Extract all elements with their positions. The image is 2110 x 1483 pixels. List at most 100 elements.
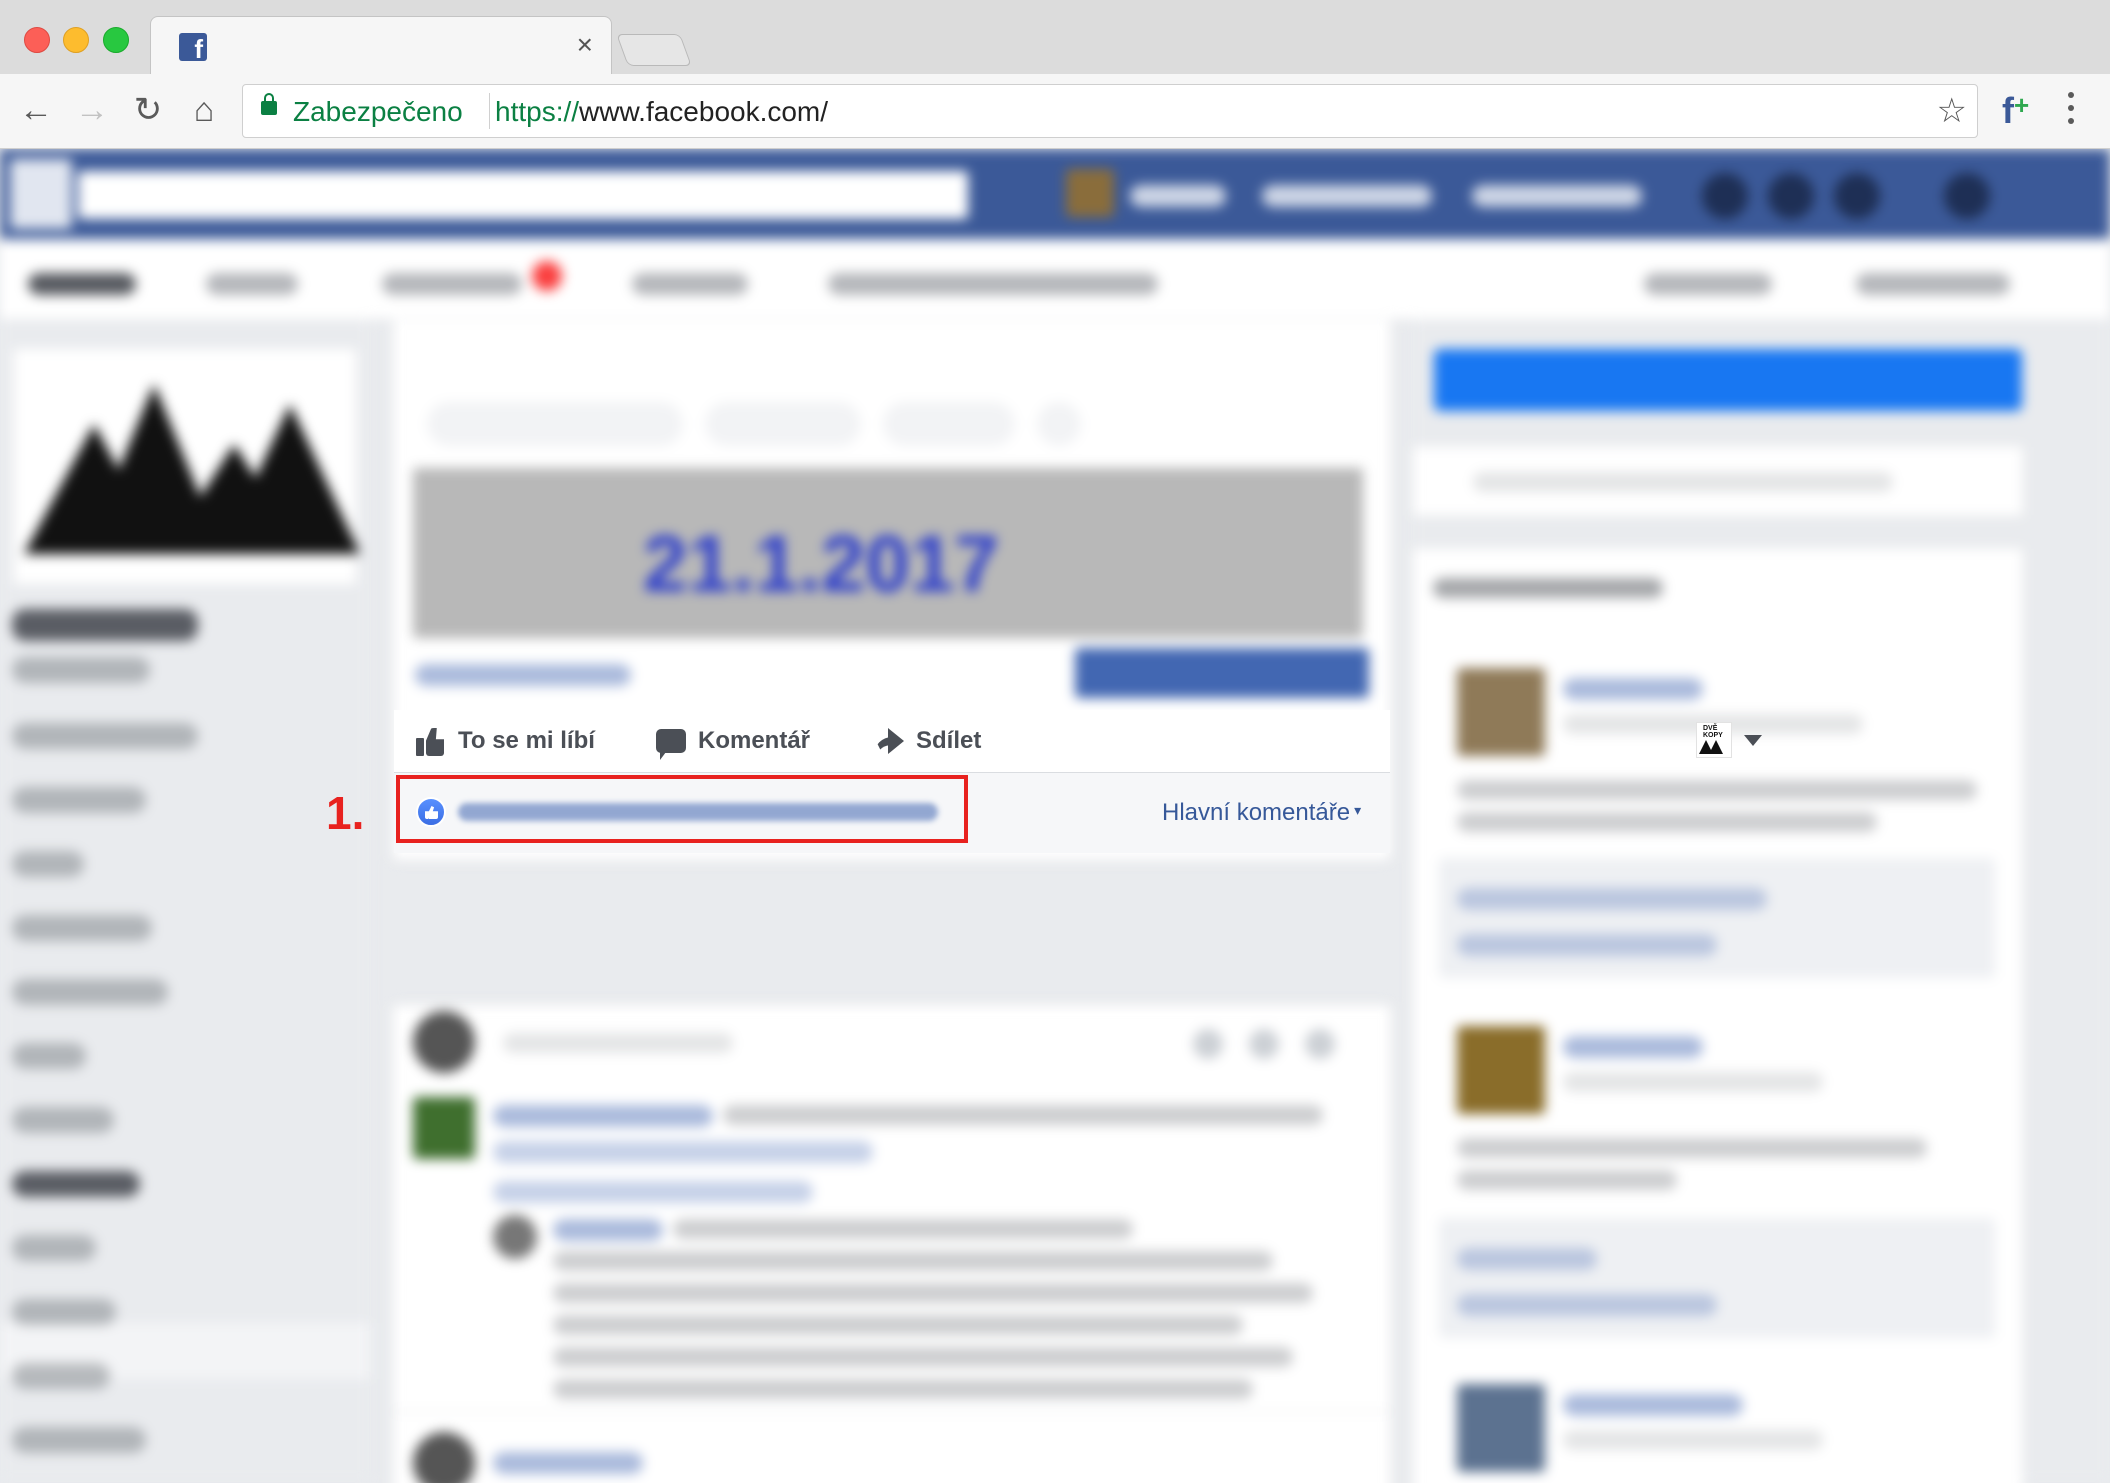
comment-actions[interactable] (493, 1141, 873, 1163)
address-bar[interactable]: Zabezpečeno https://www.facebook.com/ ☆ (242, 84, 1978, 138)
messages-icon[interactable] (1768, 173, 1814, 219)
page-name (12, 609, 198, 641)
post-type-tab[interactable] (705, 402, 861, 446)
comments-sort-dropdown[interactable]: Hlavní komentáře ▾ (1162, 799, 1361, 827)
sidebar-item[interactable] (12, 851, 84, 877)
post-author-name[interactable] (493, 1452, 643, 1474)
close-tab-icon[interactable]: × (577, 29, 593, 60)
sidebar-item[interactable] (12, 1363, 110, 1389)
search-placeholder (1473, 472, 1893, 492)
facebook-extension-icon[interactable]: f+ (2002, 90, 2029, 132)
like-button[interactable]: To se mi líbí (416, 724, 595, 758)
browser-tab-facebook[interactable]: f × (150, 16, 612, 75)
back-arrow-icon[interactable]: ← (18, 92, 54, 128)
sidebar-item-active[interactable] (12, 1171, 140, 1197)
thumbs-up-icon (416, 726, 446, 756)
sidebar-item[interactable] (12, 787, 146, 813)
forward-arrow-icon[interactable]: → (74, 92, 110, 128)
subnav-tab[interactable] (1644, 273, 1772, 295)
post-author[interactable] (1563, 1394, 1743, 1416)
post-stats[interactable] (1457, 934, 1717, 956)
reload-icon[interactable]: ↻ (130, 92, 166, 128)
boost-post-button[interactable] (1075, 648, 1369, 698)
post-type-tab[interactable] (427, 402, 683, 446)
subnav-tab[interactable] (1856, 273, 2010, 295)
share-button[interactable]: Sdílet (874, 724, 981, 758)
subnav-tab[interactable] (28, 273, 136, 295)
help-icon[interactable] (1944, 173, 1990, 219)
post-type-more[interactable] (1037, 402, 1081, 446)
post-stats[interactable] (1457, 1294, 1717, 1316)
reply-text (553, 1347, 1293, 1367)
page-username (12, 657, 150, 683)
sidebar-item[interactable] (12, 1299, 116, 1325)
share-arrow-icon (874, 728, 904, 754)
profile-avatar[interactable] (1066, 169, 1114, 217)
facebook-favicon-icon: f (179, 33, 207, 61)
post-as-page-picker[interactable]: DVĚ KOPY (1696, 722, 1762, 758)
chevron-down-icon (1744, 734, 1762, 746)
post-type-tab[interactable] (883, 402, 1015, 446)
commenter-name[interactable] (493, 1105, 713, 1127)
post-action-bar: To se mi líbí Komentář Sdílet DVĚ KOPY (394, 710, 1762, 773)
gif-icon[interactable] (1249, 1029, 1279, 1059)
zoom-window-button[interactable] (103, 27, 129, 53)
url-text[interactable]: https://www.facebook.com/ (495, 96, 828, 128)
camera-icon[interactable] (1193, 1029, 1223, 1059)
sidebar-item[interactable] (12, 1235, 96, 1261)
facebook-search-input[interactable] (78, 171, 968, 219)
promote-button[interactable] (1434, 349, 2022, 411)
sidebar-item[interactable] (12, 915, 152, 941)
post-author[interactable] (1563, 1036, 1703, 1058)
new-tab-button[interactable] (616, 34, 692, 66)
nav-item[interactable] (1262, 185, 1432, 207)
minimize-window-button[interactable] (63, 27, 89, 53)
post-date (1563, 1072, 1823, 1092)
comment-button[interactable]: Komentář (656, 724, 811, 760)
notifications-icon[interactable] (1834, 173, 1880, 219)
post-author[interactable] (1563, 678, 1703, 700)
browser-titlebar: f × (0, 0, 2110, 75)
page-search-input[interactable] (1412, 445, 2024, 517)
post-excerpt (1457, 780, 1977, 800)
nav-item[interactable] (1130, 185, 1226, 207)
view-replies[interactable] (493, 1181, 813, 1203)
friend-requests-icon[interactable] (1702, 173, 1748, 219)
sidebar-item[interactable] (12, 1107, 114, 1133)
nav-item[interactable] (1472, 185, 1642, 207)
subnav-tab[interactable] (382, 273, 522, 295)
sort-arrow-icon: ▾ (1354, 802, 1362, 818)
post-thumbnail (1457, 1384, 1545, 1472)
left-sidebar (0, 319, 370, 1483)
comment-input[interactable] (503, 1033, 733, 1053)
reply-author[interactable] (553, 1219, 663, 1241)
post-thumbnail (1457, 668, 1545, 756)
top-bar-contents (0, 149, 2110, 239)
sidebar-item[interactable] (12, 1043, 86, 1069)
page-posts-panel (1412, 547, 2024, 1483)
post-stats-box (1439, 1218, 1995, 1338)
menu-dots-icon[interactable] (2066, 92, 2076, 131)
home-icon[interactable]: ⌂ (186, 92, 222, 128)
page-avatar-text: DVĚ KOPY (1703, 725, 1723, 739)
post-stats[interactable] (1457, 1248, 1597, 1270)
like-label: To se mi líbí (458, 727, 595, 754)
subnav-tab[interactable] (828, 273, 1158, 295)
sticker-icon[interactable] (1305, 1029, 1335, 1059)
post-stats[interactable] (1457, 888, 1767, 910)
sidebar-item[interactable] (12, 1427, 146, 1453)
page-avatar-thumbnail: DVĚ KOPY (1696, 722, 1732, 758)
security-label: Zabezpečeno (293, 96, 463, 127)
post-excerpt (1457, 812, 1877, 832)
sidebar-item[interactable] (12, 979, 168, 1005)
post-thumbnail (1457, 1026, 1545, 1114)
comment-label: Komentář (698, 727, 811, 754)
post-date (1563, 1430, 1823, 1450)
subnav-tab[interactable] (632, 273, 748, 295)
mountain-shape (1709, 740, 1723, 754)
subnav-tab[interactable] (206, 273, 298, 295)
post-link[interactable] (415, 664, 631, 686)
sidebar-item[interactable] (12, 723, 198, 749)
close-window-button[interactable] (24, 27, 50, 53)
bookmark-star-icon[interactable]: ☆ (1937, 91, 1967, 131)
